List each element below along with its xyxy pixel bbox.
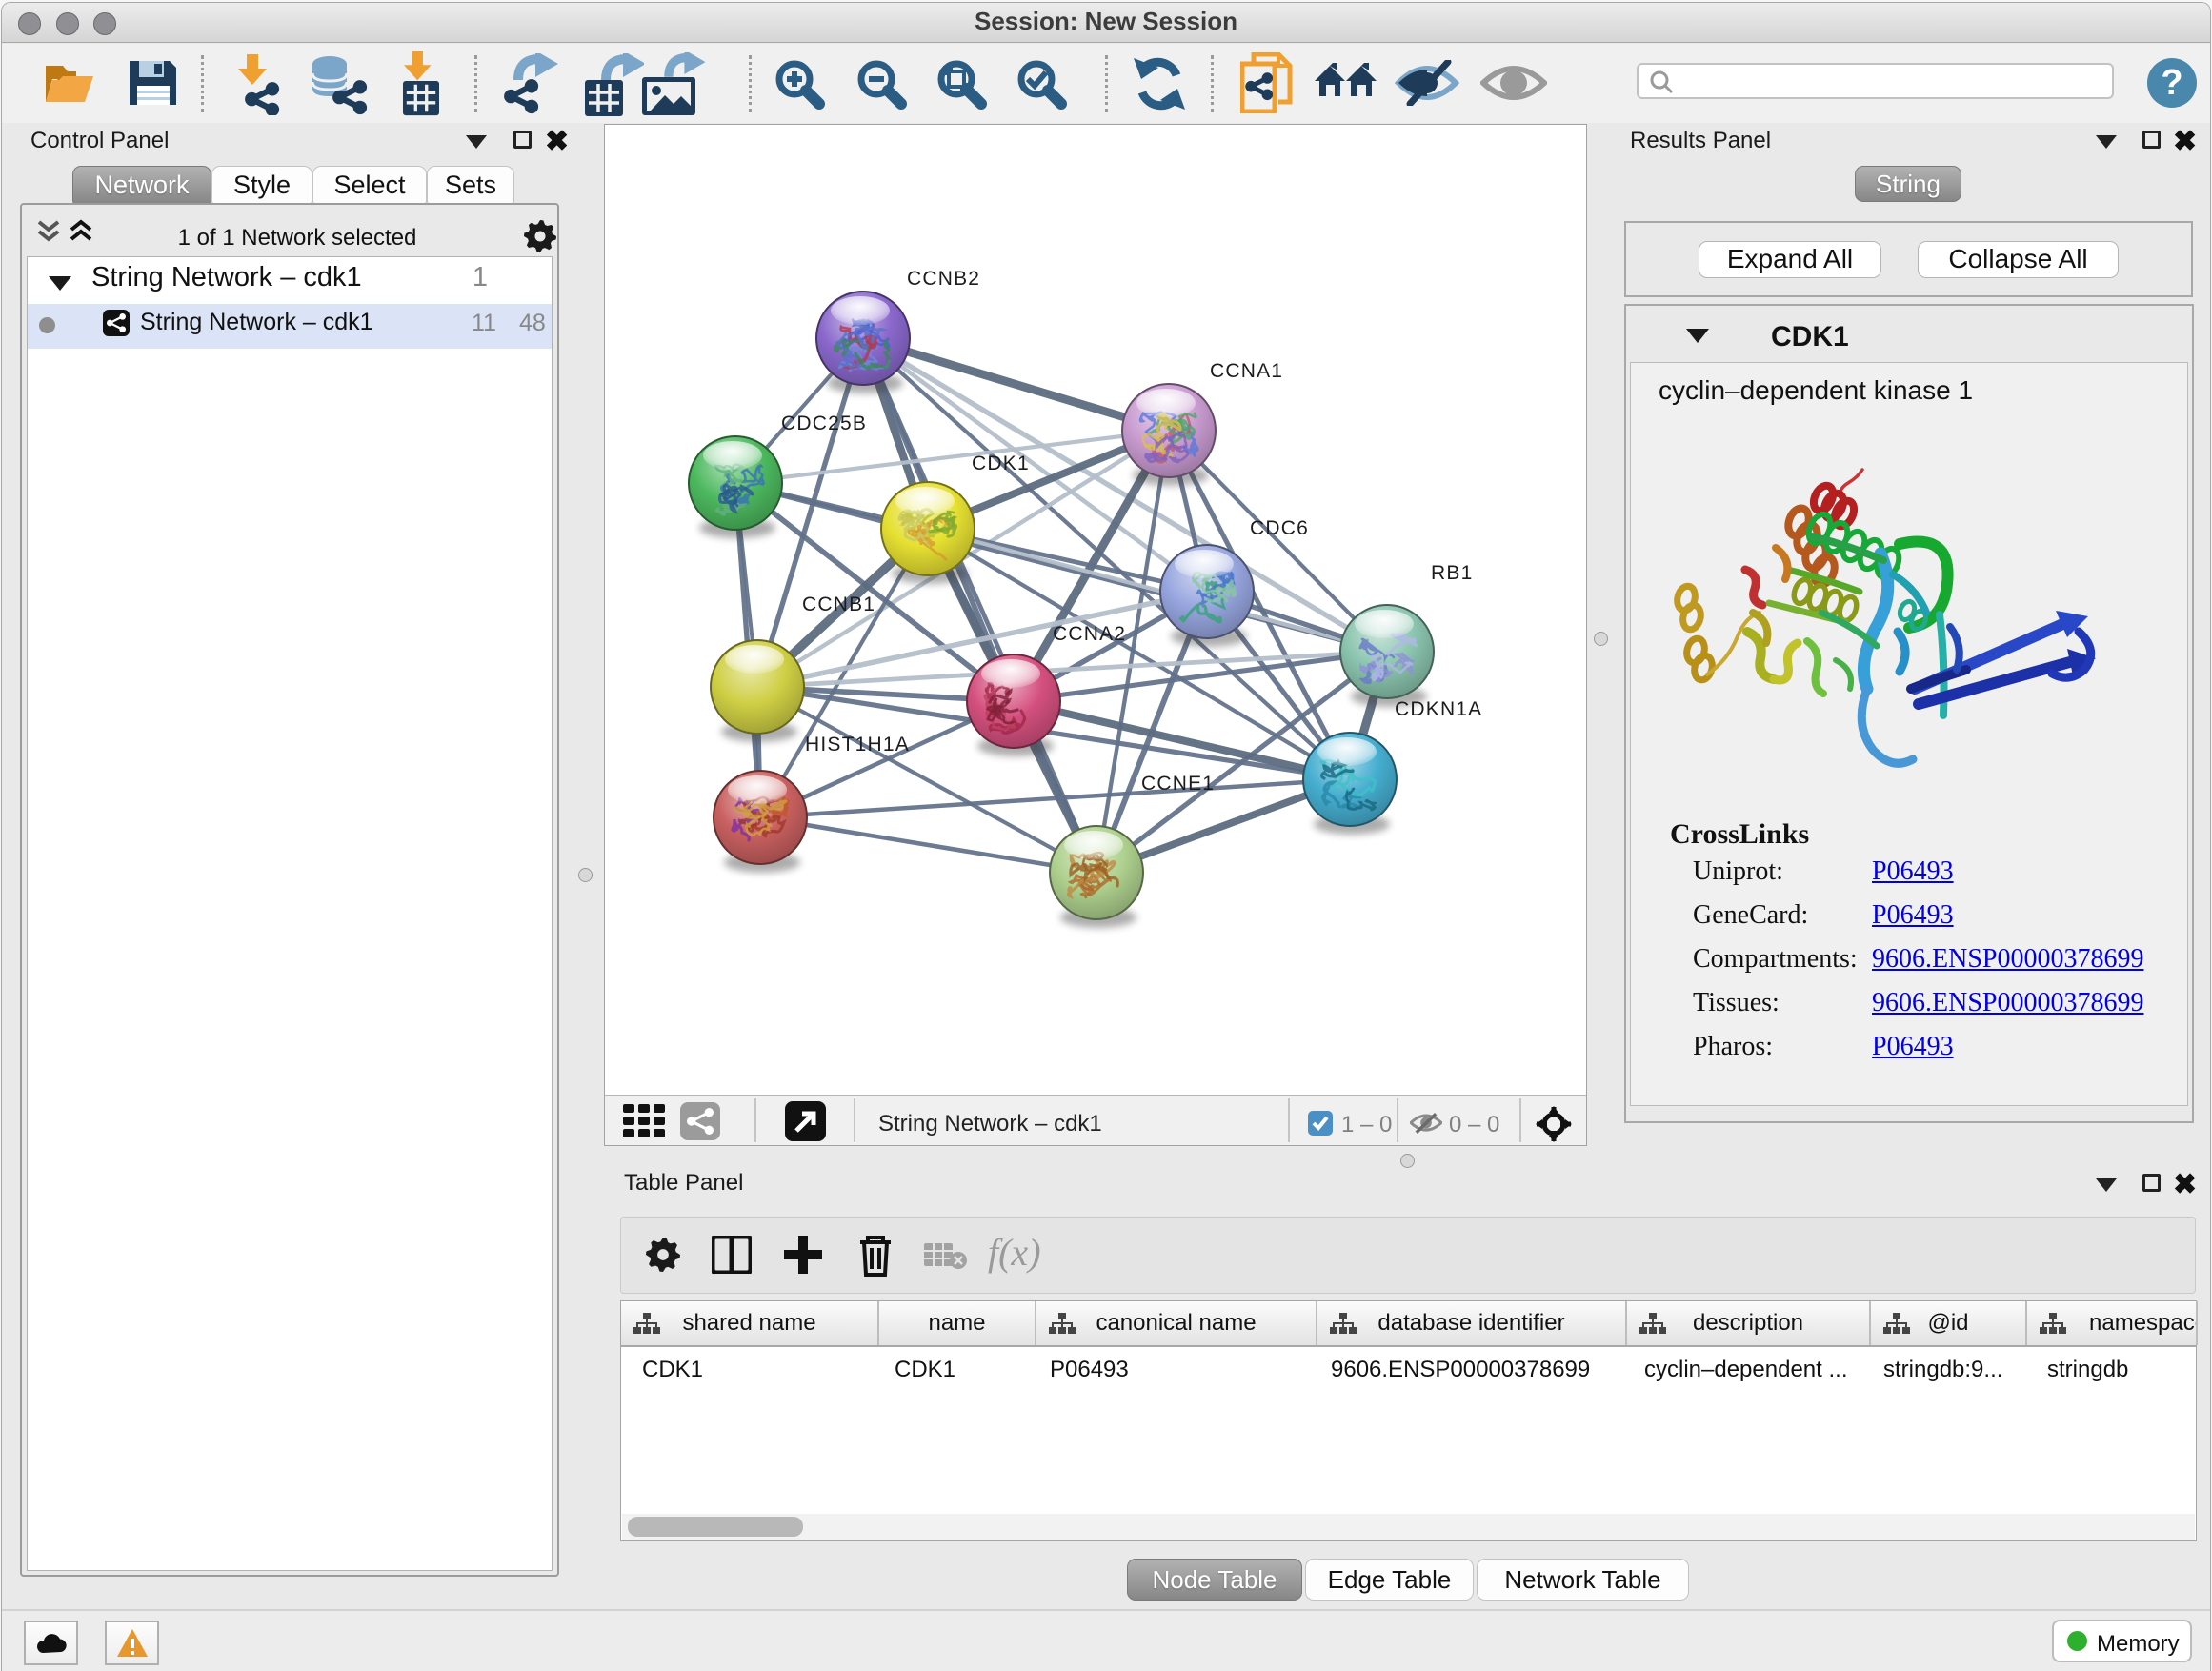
svg-text:CCNB1: CCNB1 xyxy=(802,594,875,615)
svg-text:CCNE1: CCNE1 xyxy=(1141,773,1215,795)
svg-text:CCNA2: CCNA2 xyxy=(1053,623,1126,645)
svg-text:CDK1: CDK1 xyxy=(972,453,1030,474)
svg-text:CDKN1A: CDKN1A xyxy=(1395,698,1482,720)
svg-text:RB1: RB1 xyxy=(1431,562,1473,584)
svg-text:HIST1H1A: HIST1H1A xyxy=(805,734,910,755)
svg-text:CDC25B: CDC25B xyxy=(781,413,867,434)
svg-text:CCNA1: CCNA1 xyxy=(1210,360,1283,382)
svg-text:CDC6: CDC6 xyxy=(1250,517,1309,539)
svg-text:CCNB2: CCNB2 xyxy=(907,268,980,290)
